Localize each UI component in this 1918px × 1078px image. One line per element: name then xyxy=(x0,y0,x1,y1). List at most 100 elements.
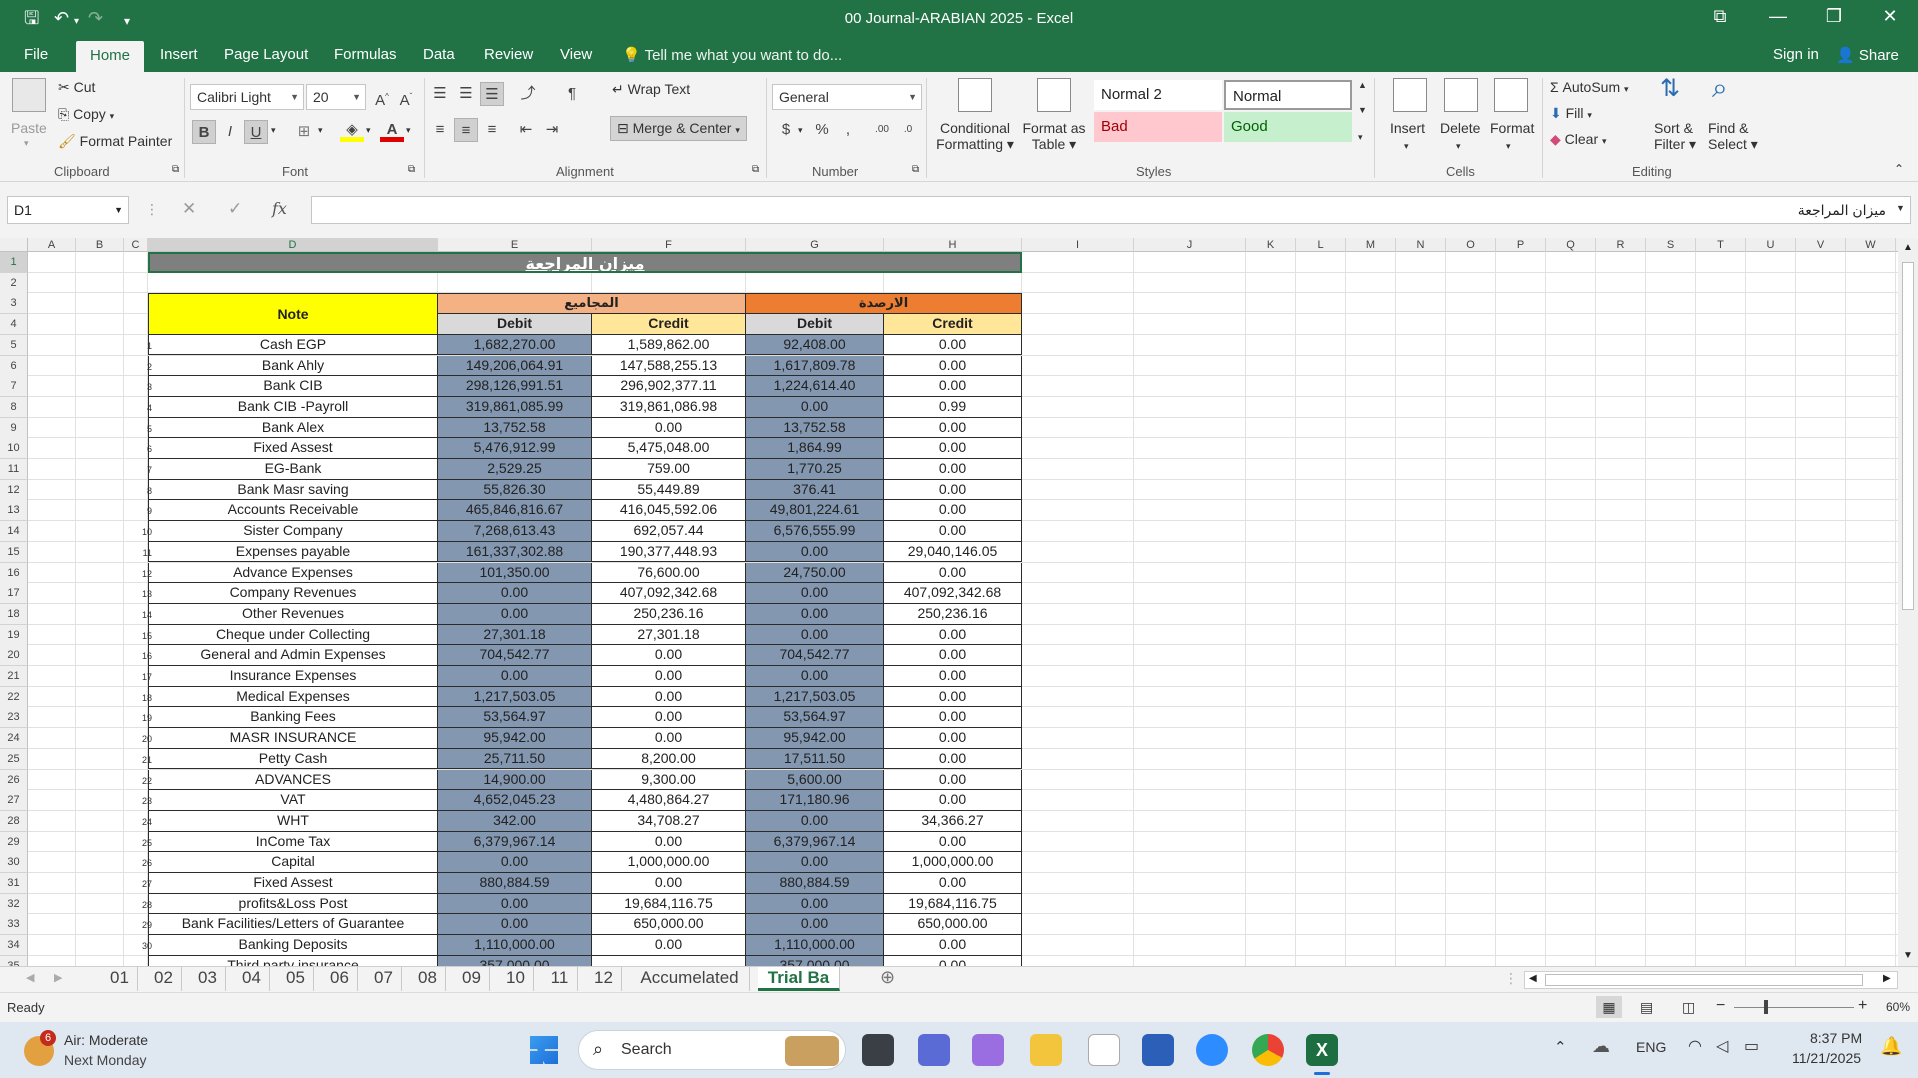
balances-debit[interactable]: 1,224,614.40 xyxy=(746,376,884,397)
balances-debit[interactable]: 704,542.77 xyxy=(746,645,884,666)
balances-credit[interactable]: 0.00 xyxy=(884,417,1022,439)
balances-debit[interactable]: 1,770.25 xyxy=(746,459,884,480)
totals-debit[interactable]: 149,206,064.91 xyxy=(438,355,592,377)
text-direction-icon[interactable]: ¶ xyxy=(560,82,584,106)
header-note[interactable]: Note xyxy=(148,293,438,335)
totals-debit[interactable]: 55,826.30 xyxy=(438,479,592,501)
delete-cells-button[interactable]: Delete ▾ xyxy=(1440,120,1480,152)
balances-debit[interactable]: 0.00 xyxy=(746,624,884,646)
font-color-dropdown-icon[interactable]: ▾ xyxy=(406,125,411,136)
clipboard-icon[interactable] xyxy=(12,78,46,112)
row-header[interactable]: 7 xyxy=(0,376,28,398)
totals-credit[interactable]: 76,600.00 xyxy=(592,562,746,584)
totals-credit[interactable]: 250,236.16 xyxy=(592,603,746,625)
format-cells-button[interactable]: Format ▾ xyxy=(1490,120,1534,152)
cut-button[interactable]: ✂ Cut xyxy=(58,79,95,96)
account-note[interactable]: Cash EGP xyxy=(148,334,438,356)
account-note[interactable]: WHT xyxy=(148,810,438,832)
account-note[interactable]: Accounts Receivable xyxy=(148,500,438,522)
row-header[interactable]: 30 xyxy=(0,852,28,874)
styles-more-icon[interactable]: ▾ xyxy=(1358,132,1363,143)
balances-credit[interactable]: 407,092,342.68 xyxy=(884,583,1022,604)
totals-debit[interactable]: 0.00 xyxy=(438,603,592,625)
number-launcher-icon[interactable]: ⧉ xyxy=(912,164,919,175)
totals-debit[interactable]: 2,529.25 xyxy=(438,459,592,480)
sheet-tab-accumelated[interactable]: Accumelated xyxy=(630,967,750,991)
style-normal[interactable]: Normal xyxy=(1224,80,1352,110)
insert-function-icon[interactable]: fx xyxy=(272,199,287,218)
tab-page-layout[interactable]: Page Layout xyxy=(224,46,308,63)
scroll-right-icon[interactable]: ▶ xyxy=(1883,973,1891,984)
totals-credit[interactable]: 0.00 xyxy=(592,873,746,894)
header-balances-debit[interactable]: Debit xyxy=(746,314,884,335)
column-header-e[interactable]: E xyxy=(438,238,592,252)
share-button[interactable]: 👤 Share xyxy=(1836,46,1899,64)
style-bad[interactable]: Bad xyxy=(1094,112,1222,142)
row-header[interactable]: 19 xyxy=(0,624,28,646)
balances-debit[interactable]: 95,942.00 xyxy=(746,728,884,749)
column-header-s[interactable]: S xyxy=(1646,238,1696,252)
orientation-icon[interactable]: ⤴ xyxy=(516,82,540,106)
column-header-t[interactable]: T xyxy=(1696,238,1746,252)
row-header[interactable]: 5 xyxy=(0,334,28,356)
column-header-v[interactable]: V xyxy=(1796,238,1846,252)
borders-dropdown-icon[interactable]: ▾ xyxy=(318,125,323,136)
store-icon[interactable] xyxy=(1142,1034,1174,1066)
account-note[interactable]: Other Revenues xyxy=(148,603,438,625)
totals-debit[interactable]: 319,861,085.99 xyxy=(438,396,592,418)
balances-credit[interactable]: 19,684,116.75 xyxy=(884,893,1022,915)
totals-credit[interactable]: 0.00 xyxy=(592,935,746,956)
tab-review[interactable]: Review xyxy=(484,46,533,63)
account-note[interactable]: Bank Ahly xyxy=(148,355,438,377)
clock-date[interactable]: 11/21/2025 xyxy=(1792,1050,1861,1066)
row-header[interactable]: 23 xyxy=(0,707,28,729)
borders-icon[interactable]: ⊞ xyxy=(292,120,316,144)
align-top-icon[interactable]: ☰ xyxy=(428,82,452,106)
balances-credit[interactable]: 0.00 xyxy=(884,831,1022,853)
column-header-j[interactable]: J xyxy=(1134,238,1246,252)
autosum-button[interactable]: Σ AutoSum ▾ xyxy=(1550,79,1629,95)
balances-credit[interactable]: 0.00 xyxy=(884,645,1022,666)
notifications-icon[interactable]: 🔔 xyxy=(1880,1036,1902,1057)
increase-decimal-icon[interactable]: .00 xyxy=(870,118,894,142)
font-name-dropdown[interactable]: Calibri Light ▼ xyxy=(190,84,304,110)
totals-debit[interactable]: 342.00 xyxy=(438,810,592,832)
balances-debit[interactable]: 0.00 xyxy=(746,666,884,687)
account-note[interactable]: Bank CIB xyxy=(148,376,438,397)
column-header-h[interactable]: H xyxy=(884,238,1022,252)
excel-taskbar-icon[interactable]: X xyxy=(1306,1034,1338,1066)
copy-button[interactable]: ⎘ Copy ▾ xyxy=(58,106,114,123)
balances-debit[interactable]: 6,379,967.14 xyxy=(746,831,884,853)
balances-credit[interactable]: 0.00 xyxy=(884,666,1022,687)
totals-credit[interactable]: 8,200.00 xyxy=(592,748,746,770)
account-note[interactable]: Medical Expenses xyxy=(148,686,438,708)
align-right-icon[interactable]: ≡ xyxy=(480,118,504,142)
conditional-formatting-icon[interactable] xyxy=(958,78,992,112)
row-header[interactable]: 31 xyxy=(0,873,28,894)
underline-button[interactable]: U xyxy=(244,120,268,144)
sheet-tab-07[interactable]: 07 xyxy=(366,967,402,991)
clear-button[interactable]: ◆ Clear ▾ xyxy=(1550,131,1607,148)
balances-credit[interactable]: 29,040,146.05 xyxy=(884,541,1022,563)
scroll-down-icon[interactable]: ▼ xyxy=(1903,950,1913,961)
tab-formulas[interactable]: Formulas xyxy=(334,46,397,63)
balances-credit[interactable]: 0.00 xyxy=(884,500,1022,522)
style-good[interactable]: Good xyxy=(1224,112,1352,142)
totals-debit[interactable]: 298,126,991.51 xyxy=(438,376,592,397)
balances-debit[interactable]: 376.41 xyxy=(746,479,884,501)
balances-credit[interactable]: 0.00 xyxy=(884,624,1022,646)
totals-credit[interactable]: 1,000,000.00 xyxy=(592,852,746,873)
account-note[interactable]: Expenses payable xyxy=(148,541,438,563)
row-header[interactable]: 33 xyxy=(0,914,28,936)
sort-filter-button[interactable]: Sort & Filter ▾ xyxy=(1654,120,1696,153)
row-header[interactable]: 28 xyxy=(0,810,28,832)
totals-credit[interactable]: 1,589,862.00 xyxy=(592,334,746,356)
sheet-tab-01[interactable]: 01 xyxy=(102,967,138,991)
totals-debit[interactable]: 704,542.77 xyxy=(438,645,592,666)
conditional-formatting-button[interactable]: Conditional Formatting ▾ xyxy=(936,120,1014,153)
totals-debit[interactable]: 13,752.58 xyxy=(438,417,592,439)
comma-style-icon[interactable]: , xyxy=(836,118,860,142)
column-header-b[interactable]: B xyxy=(76,238,124,252)
increase-indent-icon[interactable]: ⇥ xyxy=(540,118,564,142)
account-note[interactable]: MASR INSURANCE xyxy=(148,728,438,749)
